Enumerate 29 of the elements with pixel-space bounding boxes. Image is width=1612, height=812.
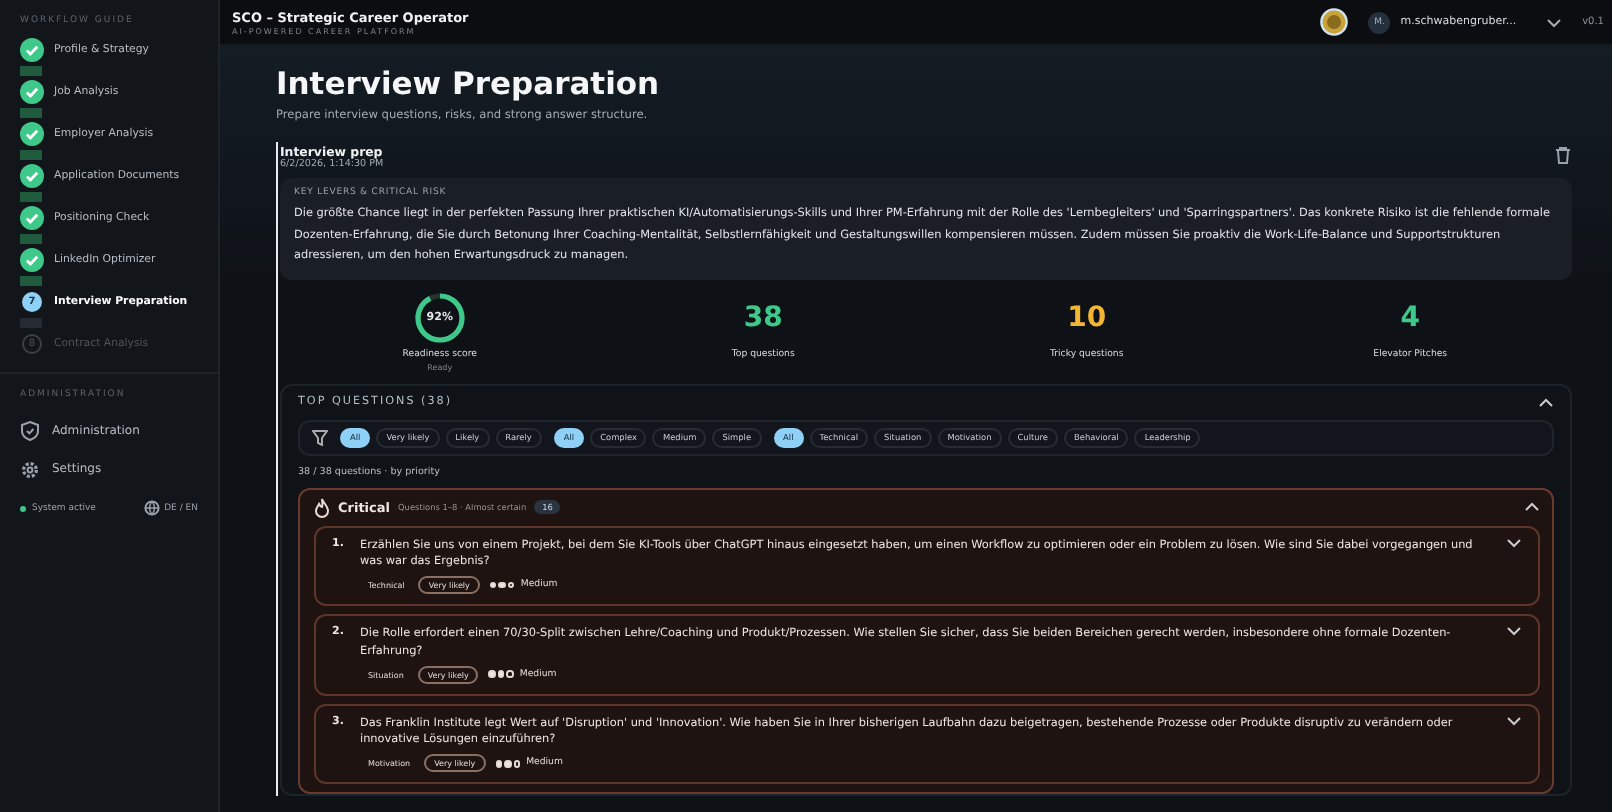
step-connector (20, 192, 42, 202)
question-card[interactable] (314, 525, 1540, 607)
stat-value: 10 (1067, 299, 1107, 337)
step-connector (20, 108, 42, 118)
question-card[interactable] (314, 614, 1540, 696)
chevron-up-icon[interactable] (1538, 395, 1554, 409)
flame-icon (314, 497, 330, 517)
chevron-up-icon[interactable] (1524, 500, 1540, 514)
shield-icon (20, 420, 40, 442)
chevron-down-icon (1506, 715, 1522, 726)
chevron-down-icon (1546, 17, 1563, 27)
stat-value: 38 (743, 299, 783, 337)
step-connector (20, 66, 42, 76)
chevron-down-icon (1506, 626, 1522, 637)
stat-value: 4 (1400, 299, 1420, 337)
question-card[interactable] (314, 703, 1540, 785)
step-connector (20, 150, 42, 160)
coin-icon (1320, 8, 1349, 36)
chevron-down-icon (1506, 537, 1522, 547)
status-dot (20, 505, 26, 511)
step-connector (20, 234, 42, 244)
step-connector (20, 318, 42, 328)
trash-icon (1554, 146, 1572, 166)
filter-icon (312, 429, 328, 445)
progress-ring (413, 291, 466, 343)
step-connector (20, 276, 42, 286)
globe-icon (144, 500, 161, 516)
settings-icon (20, 459, 40, 479)
page-title: Interview Preparation (276, 66, 662, 102)
